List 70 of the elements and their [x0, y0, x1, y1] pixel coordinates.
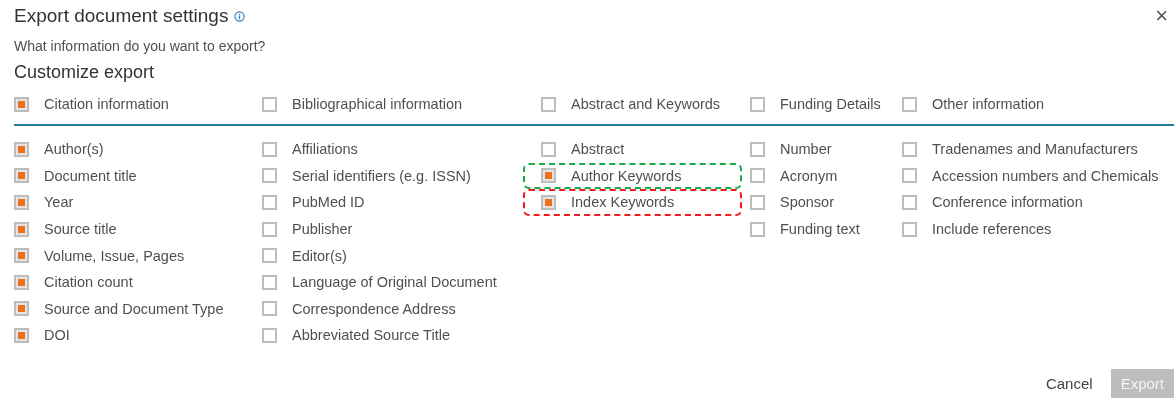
checkbox[interactable]: [14, 96, 29, 112]
field-label[interactable]: Publisher: [292, 221, 353, 238]
checkbox[interactable]: [14, 327, 29, 343]
field-label[interactable]: DOI: [44, 327, 70, 344]
checkbox[interactable]: [262, 248, 277, 264]
checkbox[interactable]: [750, 96, 765, 112]
checkbox[interactable]: [262, 141, 277, 157]
field-label[interactable]: Index Keywords: [571, 194, 675, 211]
checkbox[interactable]: [14, 221, 29, 237]
checkbox[interactable]: [262, 327, 277, 343]
field-label[interactable]: Accession numbers and Chemicals: [932, 167, 1159, 184]
checkbox[interactable]: [14, 274, 29, 290]
checkbox[interactable]: [262, 96, 277, 112]
checkbox[interactable]: [14, 195, 29, 210]
field-label[interactable]: PubMed ID: [292, 194, 365, 211]
field-label[interactable]: Abstract: [571, 141, 625, 158]
checkbox[interactable]: [541, 96, 556, 112]
field-label[interactable]: Funding text: [780, 221, 860, 238]
checkbox[interactable]: [262, 274, 277, 290]
section-title: Customize export: [14, 62, 156, 83]
checkbox[interactable]: [541, 141, 556, 157]
field-label[interactable]: Source title: [44, 221, 117, 238]
checkbox[interactable]: [14, 301, 29, 317]
checkbox[interactable]: [902, 141, 917, 157]
checkbox[interactable]: [750, 168, 765, 184]
dialog-title: Export document settings: [14, 5, 229, 27]
field-label[interactable]: Abbreviated Source Title: [292, 327, 450, 344]
field-label[interactable]: Conference information: [932, 194, 1083, 211]
close-button[interactable]: ×: [1149, 4, 1174, 28]
checkbox[interactable]: [14, 168, 29, 184]
field-label[interactable]: Serial identifiers (e.g. ISSN): [292, 167, 471, 184]
field-label[interactable]: Sponsor: [780, 194, 834, 211]
field-label[interactable]: Include references: [932, 221, 1052, 238]
field-label[interactable]: Volume, Issue, Pages: [44, 247, 185, 264]
checkbox[interactable]: [750, 141, 765, 157]
field-label[interactable]: Editor(s): [292, 247, 347, 264]
question-text: What information do you want to export?: [14, 38, 267, 54]
field-label[interactable]: Correspondence Address: [292, 300, 456, 317]
field-label[interactable]: Source and Document Type: [44, 300, 224, 317]
field-label[interactable]: Author(s): [44, 141, 104, 158]
checkbox[interactable]: [14, 141, 29, 157]
checkbox[interactable]: [262, 168, 277, 184]
checkbox[interactable]: [902, 96, 917, 112]
group-label[interactable]: Citation information: [44, 96, 169, 112]
group-label[interactable]: Other information: [932, 96, 1045, 112]
cancel-button[interactable]: Cancel: [1035, 369, 1103, 398]
field-label[interactable]: Citation count: [44, 274, 133, 291]
field-label[interactable]: Acronym: [780, 167, 838, 184]
group-label[interactable]: Bibliographical information: [292, 96, 463, 112]
checkbox[interactable]: [902, 221, 917, 237]
checkbox[interactable]: [262, 301, 277, 317]
group-label[interactable]: Abstract and Keywords: [571, 96, 721, 112]
info-icon[interactable]: [234, 10, 246, 22]
checkbox[interactable]: [541, 195, 556, 210]
checkbox[interactable]: [750, 195, 765, 210]
checkbox[interactable]: [750, 221, 765, 237]
checkbox[interactable]: [262, 195, 277, 210]
checkbox[interactable]: [902, 195, 917, 210]
field-label[interactable]: Tradenames and Manufacturers: [932, 141, 1138, 158]
field-label[interactable]: Year: [44, 194, 74, 211]
field-label[interactable]: Number: [780, 141, 832, 158]
group-label[interactable]: Funding Details: [780, 96, 881, 112]
checkbox[interactable]: [262, 221, 277, 237]
checkbox[interactable]: [14, 248, 29, 264]
field-label[interactable]: Language of Original Document: [292, 274, 497, 291]
field-label[interactable]: Document title: [44, 167, 137, 184]
field-label[interactable]: Affiliations: [292, 141, 358, 158]
field-label[interactable]: Author Keywords: [571, 167, 682, 184]
checkbox[interactable]: [541, 168, 556, 184]
checkbox[interactable]: [902, 168, 917, 184]
